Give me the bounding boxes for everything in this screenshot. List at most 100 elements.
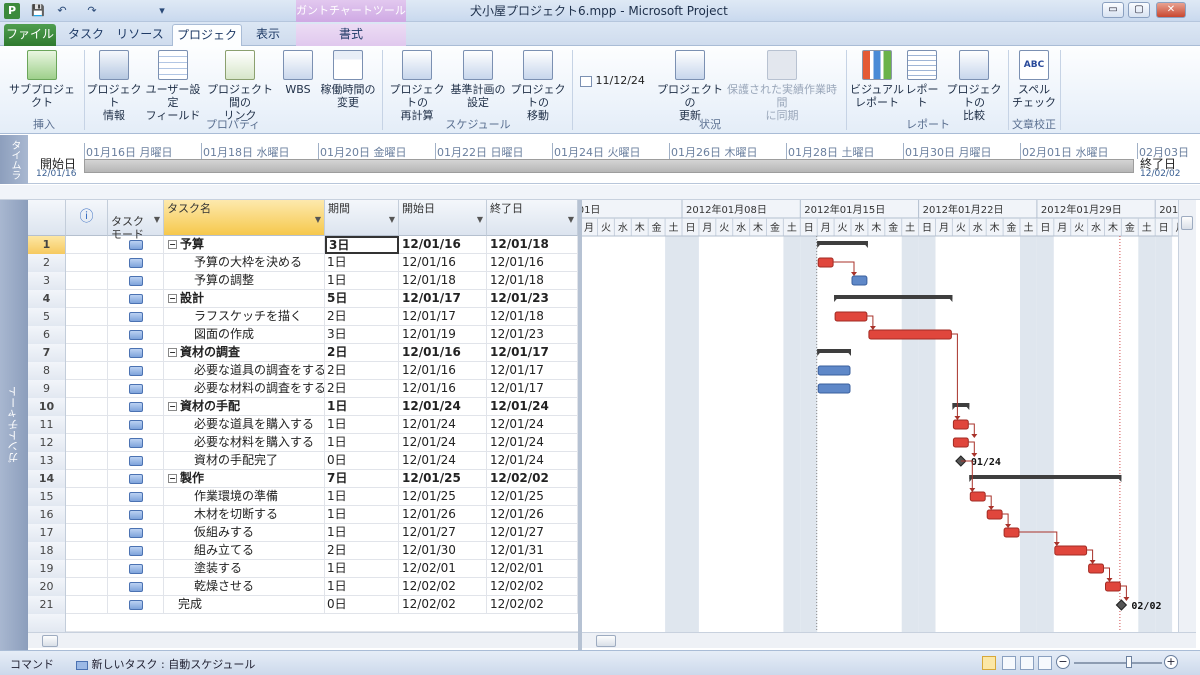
gantt-view-icon[interactable] bbox=[982, 656, 996, 670]
task-bar[interactable] bbox=[1054, 545, 1088, 556]
task-name-cell[interactable]: 完成 bbox=[164, 596, 325, 614]
start-cell[interactable]: 12/01/17 bbox=[399, 290, 487, 308]
finish-cell[interactable]: 12/01/26 bbox=[487, 506, 578, 524]
task-mode-cell[interactable] bbox=[108, 254, 164, 272]
tab-task[interactable]: タスク bbox=[64, 24, 108, 46]
quick-access-more-icon[interactable]: ▾ bbox=[156, 3, 168, 19]
task-bar[interactable] bbox=[986, 509, 1003, 520]
select-all-corner[interactable] bbox=[28, 200, 66, 236]
empty-row[interactable] bbox=[28, 614, 578, 632]
milestone-marker[interactable] bbox=[1115, 599, 1128, 611]
task-bar[interactable] bbox=[952, 437, 969, 448]
task-mode-cell[interactable] bbox=[108, 344, 164, 362]
task-bar[interactable] bbox=[1003, 527, 1020, 538]
task-bar[interactable] bbox=[834, 311, 868, 322]
info-column-header-icon[interactable]: ⓘ bbox=[66, 200, 108, 236]
custom-fields-button[interactable]: ユーザー設定 フィールド bbox=[142, 50, 204, 122]
dropdown-arrow-icon[interactable]: ▼ bbox=[154, 213, 160, 226]
start-cell[interactable]: 12/01/16 bbox=[399, 362, 487, 380]
task-name-cell[interactable]: − 資材の調査 bbox=[164, 344, 325, 362]
gantt-horizontal-scrollbar[interactable] bbox=[582, 632, 1196, 648]
finish-cell[interactable]: 12/01/17 bbox=[487, 344, 578, 362]
subproject-button[interactable]: サブプロジェクト bbox=[6, 50, 78, 109]
duration-cell[interactable]: 7日 bbox=[325, 470, 399, 488]
task-mode-cell[interactable] bbox=[108, 290, 164, 308]
task-name-cell[interactable]: − 設計 bbox=[164, 290, 325, 308]
finish-cell[interactable]: 12/01/16 bbox=[487, 254, 578, 272]
vertical-scrollbar[interactable] bbox=[1178, 200, 1196, 632]
row-id[interactable]: 17 bbox=[28, 524, 66, 542]
tab-resource[interactable]: リソース bbox=[112, 24, 168, 46]
table-row[interactable]: 20 乾燥させる 1日 12/02/02 12/02/02 bbox=[28, 578, 578, 596]
table-row[interactable]: 4 − 設計 5日 12/01/17 12/01/23 bbox=[28, 290, 578, 308]
task-name-cell[interactable]: 必要な道具を購入する bbox=[164, 416, 325, 434]
task-mode-cell[interactable] bbox=[108, 362, 164, 380]
duration-cell[interactable]: 5日 bbox=[325, 290, 399, 308]
task-name-cell[interactable]: − 資材の手配 bbox=[164, 398, 325, 416]
status-date-field[interactable]: 11/12/24 bbox=[580, 74, 645, 87]
start-cell[interactable]: 12/01/16 bbox=[399, 344, 487, 362]
task-name-cell[interactable]: 予算の調整 bbox=[164, 272, 325, 290]
dropdown-arrow-icon[interactable]: ▼ bbox=[477, 213, 483, 226]
update-project-button[interactable]: プロジェクトの 更新 bbox=[656, 50, 724, 122]
inactive-task-bar[interactable] bbox=[851, 275, 868, 286]
task-mode-cell[interactable] bbox=[108, 560, 164, 578]
table-scroll-thumb[interactable] bbox=[42, 635, 58, 647]
row-id[interactable]: 13 bbox=[28, 452, 66, 470]
task-name-cell[interactable]: 図面の作成 bbox=[164, 326, 325, 344]
start-cell[interactable]: 12/01/25 bbox=[399, 488, 487, 506]
task-mode-cell[interactable] bbox=[108, 578, 164, 596]
column-header-start[interactable]: 開始日 ▼ bbox=[399, 200, 487, 236]
task-mode-cell[interactable] bbox=[108, 308, 164, 326]
table-row[interactable]: 9 必要な材料の調査をする 2日 12/01/16 12/01/17 bbox=[28, 380, 578, 398]
minimize-button[interactable]: ▭ bbox=[1102, 2, 1124, 18]
duration-cell[interactable]: 1日 bbox=[325, 398, 399, 416]
start-cell[interactable]: 12/01/16 bbox=[399, 236, 487, 254]
duration-cell[interactable]: 1日 bbox=[325, 560, 399, 578]
start-cell[interactable]: 12/01/27 bbox=[399, 524, 487, 542]
project-info-button[interactable]: プロジェクト 情報 bbox=[86, 50, 142, 122]
duration-cell[interactable]: 2日 bbox=[325, 542, 399, 560]
finish-cell[interactable]: 12/01/17 bbox=[487, 362, 578, 380]
row-id[interactable]: 8 bbox=[28, 362, 66, 380]
start-cell[interactable]: 12/02/02 bbox=[399, 596, 487, 614]
row-id[interactable]: 14 bbox=[28, 470, 66, 488]
visual-reports-button[interactable]: ビジュアル レポート bbox=[850, 50, 904, 109]
task-mode-cell[interactable] bbox=[108, 596, 164, 614]
finish-cell[interactable]: 12/01/24 bbox=[487, 434, 578, 452]
task-name-cell[interactable]: 仮組みする bbox=[164, 524, 325, 542]
start-cell[interactable]: 12/01/24 bbox=[399, 434, 487, 452]
task-bar[interactable] bbox=[1105, 581, 1121, 592]
row-id[interactable]: 7 bbox=[28, 344, 66, 362]
task-mode-cell[interactable] bbox=[108, 326, 164, 344]
task-mode-cell[interactable] bbox=[108, 272, 164, 290]
summary-bar[interactable] bbox=[834, 295, 953, 299]
duration-cell[interactable]: 0日 bbox=[325, 596, 399, 614]
summary-bar[interactable] bbox=[817, 241, 868, 245]
collapse-icon[interactable]: − bbox=[168, 348, 177, 357]
duration-cell[interactable]: 2日 bbox=[325, 308, 399, 326]
duration-cell[interactable]: 1日 bbox=[325, 524, 399, 542]
duration-cell[interactable]: 3日 bbox=[325, 236, 399, 254]
task-mode-cell[interactable] bbox=[108, 398, 164, 416]
task-name-cell[interactable]: 作業環境の準備 bbox=[164, 488, 325, 506]
task-mode-cell[interactable] bbox=[108, 542, 164, 560]
row-id[interactable]: 21 bbox=[28, 596, 66, 614]
row-id[interactable]: 3 bbox=[28, 272, 66, 290]
undo-icon[interactable]: ↶ bbox=[54, 3, 70, 19]
zoom-in-icon[interactable]: + bbox=[1164, 655, 1178, 669]
timeline-pane[interactable]: タイムライン 開始日 12/01/16 01月16日 月曜日01月18日 水曜日… bbox=[0, 135, 1200, 184]
table-row[interactable]: 14 − 製作 7日 12/01/25 12/02/02 bbox=[28, 470, 578, 488]
task-name-cell[interactable]: 乾燥させる bbox=[164, 578, 325, 596]
task-name-cell[interactable]: 資材の手配完了 bbox=[164, 452, 325, 470]
dropdown-arrow-icon[interactable]: ▼ bbox=[568, 213, 574, 226]
start-cell[interactable]: 12/01/18 bbox=[399, 272, 487, 290]
duration-cell[interactable]: 1日 bbox=[325, 506, 399, 524]
table-row[interactable]: 13 資材の手配完了 0日 12/01/24 12/01/24 bbox=[28, 452, 578, 470]
table-row[interactable]: 5 ラフスケッチを描く 2日 12/01/17 12/01/18 bbox=[28, 308, 578, 326]
inactive-task-bar[interactable] bbox=[817, 365, 851, 376]
start-cell[interactable]: 12/01/26 bbox=[399, 506, 487, 524]
finish-cell[interactable]: 12/01/24 bbox=[487, 452, 578, 470]
task-mode-cell[interactable] bbox=[108, 506, 164, 524]
start-cell[interactable]: 12/01/16 bbox=[399, 380, 487, 398]
